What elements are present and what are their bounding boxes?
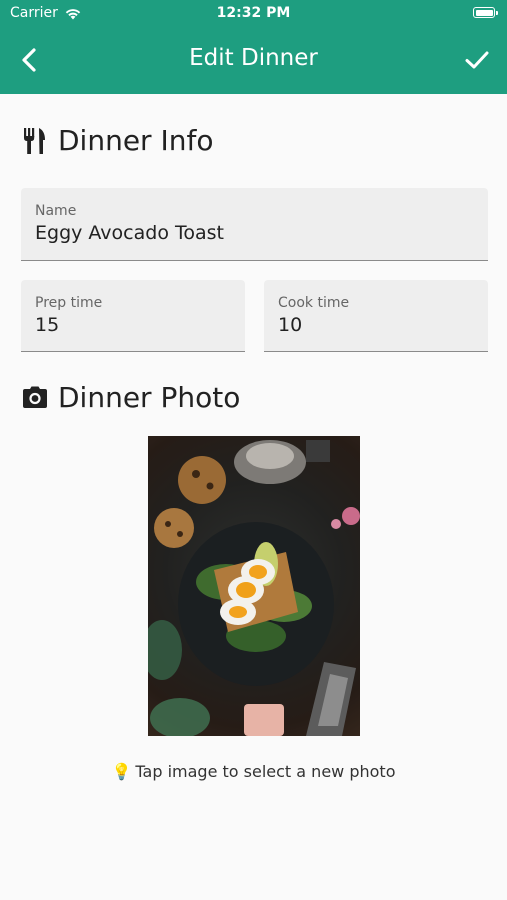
photo-hint-text: Tap image to select a new photo bbox=[135, 762, 396, 781]
dinner-photo-title: Dinner Photo bbox=[58, 381, 241, 414]
save-button[interactable] bbox=[461, 44, 493, 76]
camera-icon bbox=[23, 386, 47, 408]
dinner-info-title: Dinner Info bbox=[58, 124, 214, 157]
page-title: Edit Dinner bbox=[189, 45, 318, 71]
name-field-label: Name bbox=[35, 203, 77, 219]
app-header: Carrier 12:32 PM Edit Dinner bbox=[0, 0, 507, 94]
status-bar: Carrier 12:32 PM bbox=[0, 0, 507, 28]
fork-knife-icon bbox=[24, 127, 45, 154]
prep-time-field[interactable]: Prep time bbox=[21, 280, 245, 352]
cook-time-label: Cook time bbox=[278, 295, 350, 311]
dinner-photo-image bbox=[148, 436, 360, 736]
lightbulb-icon: 💡 bbox=[111, 762, 132, 781]
photo-hint: 💡 Tap image to select a new photo bbox=[0, 762, 507, 781]
name-input[interactable] bbox=[35, 222, 432, 244]
checkmark-icon bbox=[465, 51, 489, 69]
cook-time-input[interactable] bbox=[278, 314, 469, 336]
dinner-photo[interactable] bbox=[148, 436, 360, 736]
dinner-info-heading: Dinner Info bbox=[22, 124, 213, 157]
prep-time-input[interactable] bbox=[35, 314, 226, 336]
prep-time-label: Prep time bbox=[35, 295, 103, 311]
cook-time-field[interactable]: Cook time bbox=[264, 280, 488, 352]
dinner-photo-heading: Dinner Photo bbox=[22, 381, 240, 414]
name-field[interactable]: Name bbox=[21, 188, 488, 261]
status-time: 12:32 PM bbox=[216, 5, 291, 21]
battery-icon bbox=[473, 7, 498, 18]
